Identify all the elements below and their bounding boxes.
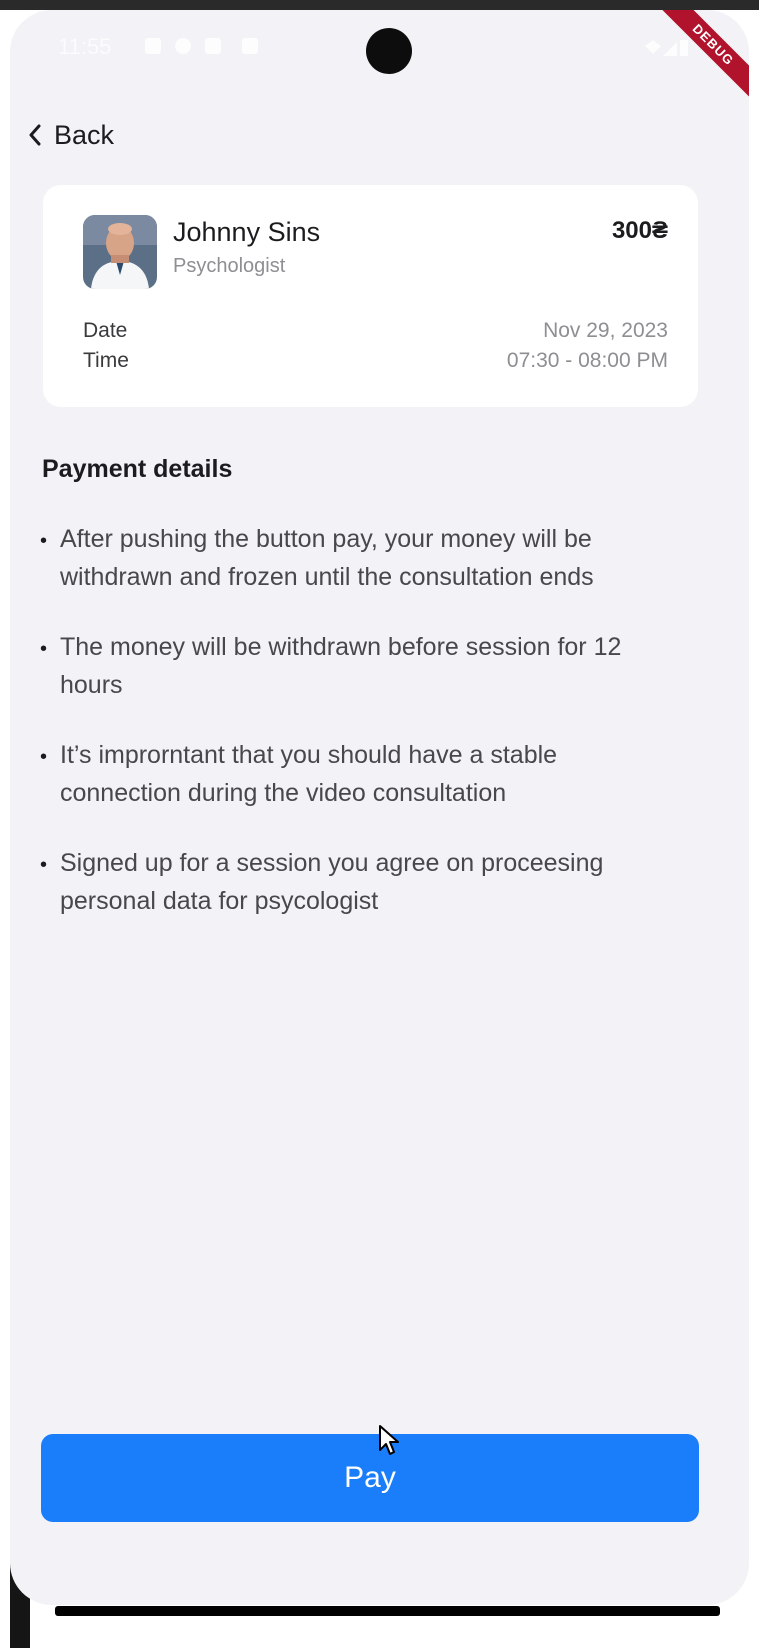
avatar: [83, 215, 157, 289]
list-item-text: The money will be withdrawn before sessi…: [60, 633, 622, 699]
doctor-name: Johnny Sins: [173, 217, 321, 247]
date-value: Nov 29, 2023: [543, 319, 668, 342]
bullet-icon: •: [40, 746, 48, 768]
list-item: • The money will be withdrawn before ses…: [38, 628, 658, 704]
location-icon: [175, 38, 191, 54]
bullet-icon: •: [40, 638, 48, 660]
list-item-text: Signed up for a session you agree on pro…: [60, 849, 604, 915]
appointment-card: Johnny Sins Psychologist 300₴ Date Nov 2…: [43, 185, 698, 407]
front-camera: [366, 28, 412, 74]
list-item-text: It’s improrntant that you should have a …: [60, 741, 558, 807]
payment-details-list: • After pushing the button pay, your mon…: [38, 520, 658, 952]
time-value: 07:30 - 08:00 PM: [506, 349, 668, 372]
status-time: 11:55: [58, 34, 112, 59]
bullet-icon: •: [40, 530, 48, 552]
payment-details-title: Payment details: [42, 455, 233, 483]
notification-icon: [145, 38, 161, 54]
list-item: • After pushing the button pay, your mon…: [38, 520, 658, 596]
lock-icon: [205, 38, 221, 54]
session-price: 300₴: [611, 217, 668, 244]
time-label: Time: [83, 349, 129, 372]
back-button[interactable]: Back: [22, 115, 114, 155]
bullet-icon: •: [40, 854, 48, 876]
signal-wifi-battery-icon: [645, 40, 688, 56]
mouse-cursor-icon: [379, 1425, 399, 1455]
list-item-text: After pushing the button pay, your money…: [60, 525, 594, 591]
pay-button[interactable]: Pay: [41, 1434, 699, 1522]
settings-icon: [242, 38, 258, 54]
date-label: Date: [83, 319, 128, 342]
device-top-edge: [0, 0, 759, 10]
device-bottom-edge: [55, 1606, 720, 1616]
chevron-left-icon: [22, 120, 48, 150]
list-item: • Signed up for a session you agree on p…: [38, 844, 658, 920]
status-bar: 11:55 DEBUG: [10, 10, 749, 103]
list-item: • It’s improrntant that you should have …: [38, 736, 658, 812]
device-frame: 11:55 DEBUG Back Johnny Sins Psychologis…: [0, 0, 759, 1648]
back-label: Back: [54, 119, 115, 150]
doctor-role: Psychologist: [173, 255, 286, 277]
app-screen: 11:55 DEBUG Back Johnny Sins Psychologis…: [10, 10, 749, 1605]
